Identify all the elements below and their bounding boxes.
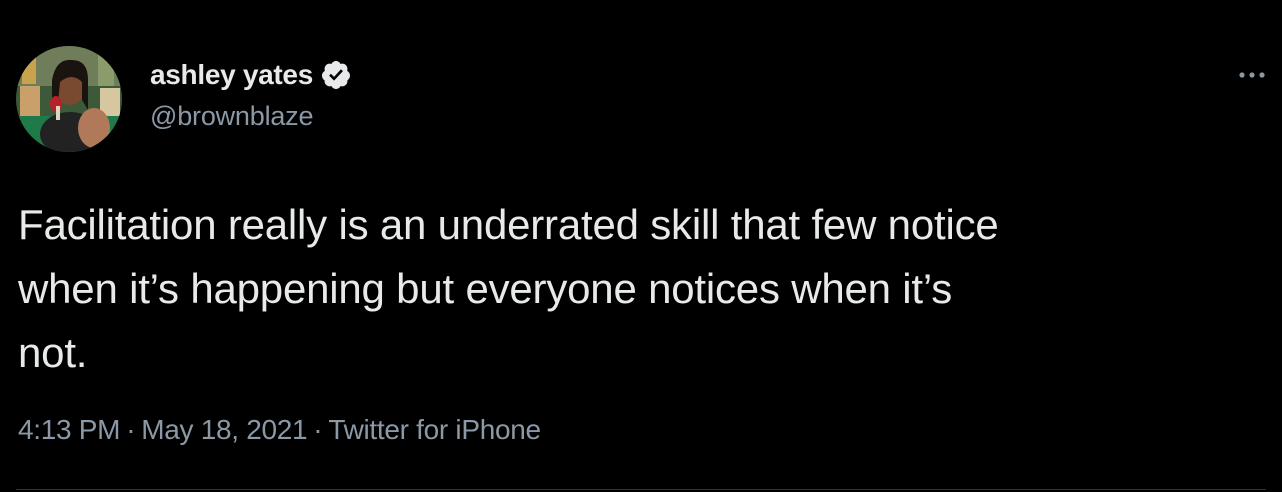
tweet-time-link[interactable]: 4:13 PM — [18, 414, 120, 445]
tweet-text-line: when it’s happening but everyone notices… — [18, 265, 953, 312]
tweet-text: Facilitation really is an underrated ski… — [18, 193, 1268, 385]
tweet-card: ashley yates @brownblaze Facilitation re… — [0, 0, 1282, 492]
author-info: ashley yates @brownblaze — [150, 58, 352, 132]
author-display-name[interactable]: ashley yates — [150, 59, 313, 91]
author-avatar[interactable] — [16, 46, 122, 152]
divider — [16, 489, 1266, 490]
tweet-text-line: not. — [18, 329, 88, 376]
tweet-date-link[interactable]: May 18, 2021 — [141, 414, 307, 445]
more-options-icon[interactable] — [1236, 62, 1268, 88]
meta-separator: · — [126, 414, 136, 445]
tweet-metadata: 4:13 PM · May 18, 2021 · Twitter for iPhone — [18, 414, 541, 446]
avatar-image — [16, 46, 122, 152]
tweet-source-link[interactable]: Twitter for iPhone — [328, 414, 541, 445]
tweet-text-line: Facilitation really is an underrated ski… — [18, 201, 999, 248]
meta-separator: · — [313, 414, 323, 445]
name-row: ashley yates — [150, 58, 352, 92]
author-handle[interactable]: @brownblaze — [150, 101, 352, 132]
verified-badge-icon — [320, 59, 352, 91]
